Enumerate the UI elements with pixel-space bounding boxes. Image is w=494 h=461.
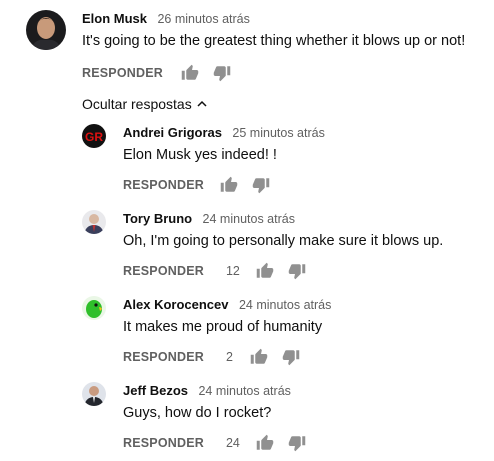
avatar-photo-icon [82,382,106,406]
comment-author[interactable]: Jeff Bezos [123,383,188,398]
reply-button[interactable]: RESPONDER [82,66,163,80]
like-button[interactable] [250,348,268,366]
thumbs-up-icon [256,262,274,278]
reply-button[interactable]: RESPONDER [123,264,204,278]
like-button[interactable] [181,64,199,82]
thumbs-down-icon [252,178,270,194]
thumbs-down-icon [213,66,231,82]
reply-button[interactable]: RESPONDER [123,350,204,364]
top-comment: Elon Musk 26 minutos atrás It's going to… [26,10,486,90]
avatar-logo-icon: GR [82,124,106,148]
hide-replies-label: Ocultar respostas [82,96,192,112]
comment-text: Guys, how do I rocket? [123,405,272,421]
comment-actions: RESPONDER 12 [123,262,306,280]
comment-author[interactable]: Tory Bruno [123,211,192,226]
thumbs-down-icon [288,264,306,280]
avatar[interactable] [82,210,106,234]
comment-actions: RESPONDER 24 [123,434,306,452]
avatar-photo-icon [82,210,106,234]
reply-comment: GR Andrei Grigoras 25 minutos atrás Elon… [82,124,482,194]
avatar[interactable]: GR [82,124,106,148]
comment-timestamp[interactable]: 24 minutos atrás [239,298,331,312]
comment-timestamp[interactable]: 24 minutos atrás [198,384,290,398]
dislike-button[interactable] [288,262,306,280]
comment-author[interactable]: Alex Korocencev [123,297,229,312]
comment-actions: RESPONDER [82,64,231,82]
reply-button[interactable]: RESPONDER [123,436,204,450]
avatar[interactable] [26,10,66,50]
thumbs-up-icon [220,176,238,192]
comment-text: Elon Musk yes indeed! ! [123,147,277,163]
comment-text: It makes me proud of humanity [123,319,323,335]
avatar-photo-icon [26,10,66,50]
thumbs-down-icon [288,436,306,452]
avatar-logo-text: GR [85,130,103,144]
like-count: 24 [225,436,240,450]
thumbs-up-icon [250,348,268,364]
comment-text: It's going to be the greatest thing whet… [82,33,466,49]
dislike-button[interactable] [288,434,306,452]
dislike-button[interactable] [282,348,300,366]
avatar[interactable] [82,296,106,320]
comment-timestamp[interactable]: 26 minutos atrás [157,12,249,26]
dislike-button[interactable] [252,176,270,194]
comment-actions: RESPONDER [123,176,270,194]
like-button[interactable] [220,176,238,194]
dislike-button[interactable] [213,64,231,82]
like-button[interactable] [256,434,274,452]
hide-replies-toggle[interactable]: Ocultar respostas [82,96,208,112]
chevron-up-icon [197,100,207,107]
comment-timestamp[interactable]: 24 minutos atrás [203,212,295,226]
like-button[interactable] [256,262,274,280]
comment-actions: RESPONDER 2 [123,348,300,366]
reply-comment: Jeff Bezos 24 minutos atrás Guys, how do… [82,382,482,452]
comment-text: Oh, I'm going to personally make sure it… [123,233,444,249]
like-count: 12 [225,264,240,278]
avatar[interactable] [82,382,106,406]
like-count: 2 [225,350,233,364]
comment-timestamp[interactable]: 25 minutos atrás [232,126,324,140]
reply-comment: Alex Korocencev 24 minutos atrás It make… [82,296,482,366]
thumbs-down-icon [282,350,300,366]
comment-author[interactable]: Elon Musk [82,11,147,26]
thumbs-up-icon [256,434,274,450]
reply-button[interactable]: RESPONDER [123,178,204,192]
comment-author[interactable]: Andrei Grigoras [123,125,222,140]
avatar-parrot-icon [82,296,106,320]
thumbs-up-icon [181,64,199,80]
reply-comment: Tory Bruno 24 minutos atrás Oh, I'm goin… [82,210,482,280]
